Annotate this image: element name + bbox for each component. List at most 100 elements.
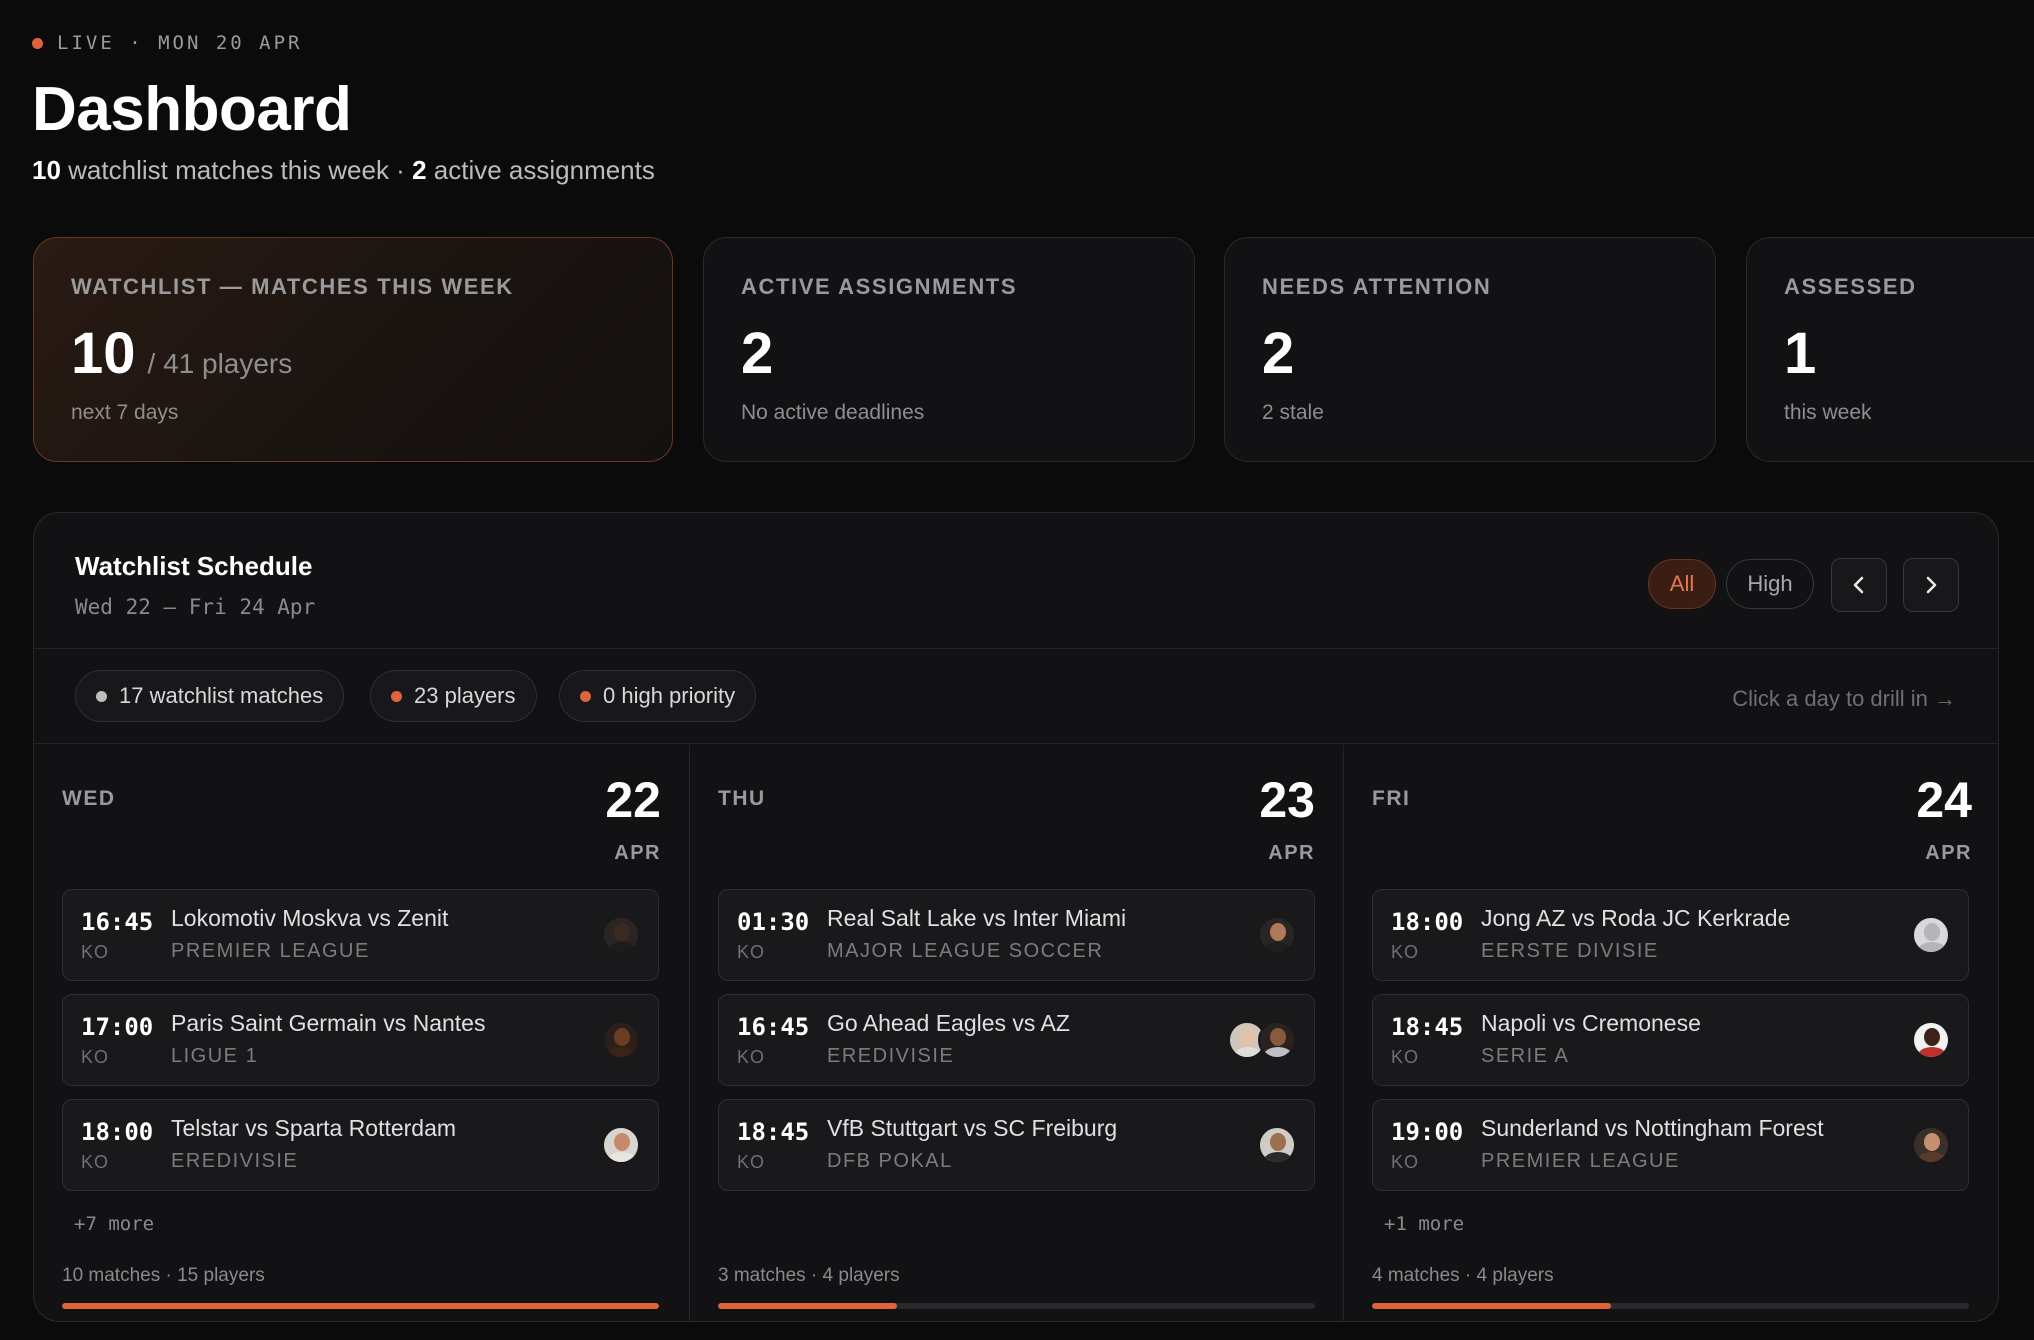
chip-dot-icon [580, 690, 591, 702]
match-teams: Telstar vs Sparta Rotterdam [171, 1115, 457, 1141]
chip-label: 17 watchlist matches [119, 683, 324, 708]
chip-dot-icon [391, 690, 402, 702]
day-load-bar [62, 1303, 659, 1309]
match-time: 19:00 [1391, 1118, 1464, 1146]
stat-sub: / 41 players [147, 348, 293, 379]
match-teams: Napoli vs Cremonese [1481, 1010, 1701, 1036]
match-ko-label: KO [81, 1152, 110, 1172]
page-summary: 10 watchlist matches this week · 2 activ… [32, 155, 655, 186]
summary-assign-text: active assignments [433, 155, 655, 185]
player-avatar-placeholder [1912, 916, 1950, 954]
day-month: APR [614, 842, 661, 864]
match-ko-label: KO [1391, 1152, 1420, 1172]
chip-label: 23 players [414, 683, 516, 708]
more-matches-link[interactable]: +7 more [74, 1213, 154, 1235]
chip-players: 23 players [370, 670, 537, 722]
stat-note: this week [1784, 401, 1872, 424]
stat-card-assessed[interactable]: ASSESSED 1 this week [1746, 237, 2034, 462]
live-dot-icon [32, 37, 43, 49]
match-competition: PREMIER LEAGUE [171, 940, 370, 962]
match-time: 18:45 [737, 1118, 810, 1146]
live-date-label: LIVE · MON 20 APR [57, 32, 303, 54]
match-card[interactable]: 16:45 KO Lokomotiv Moskva vs Zenit PREMI… [62, 889, 659, 981]
match-competition: EREDIVISIE [827, 1045, 955, 1067]
summary-watchlist-text: watchlist matches this week · [68, 155, 405, 185]
day-summary: 10 matches · 15 players [62, 1265, 265, 1286]
day-summary: 3 matches · 4 players [718, 1265, 900, 1286]
match-card[interactable]: 17:00 KO Paris Saint Germain vs Nantes L… [62, 994, 659, 1086]
match-time: 16:45 [81, 908, 154, 936]
match-teams: Jong AZ vs Roda JC Kerkrade [1481, 905, 1791, 931]
schedule-title: Watchlist Schedule [75, 551, 313, 581]
summary-assign-count: 2 [412, 155, 427, 185]
chip-watchlist-matches: 17 watchlist matches [75, 670, 345, 722]
stat-label: ACTIVE ASSIGNMENTS [741, 274, 1018, 299]
day-load-fill [718, 1303, 898, 1309]
stat-card-assignments[interactable]: ACTIVE ASSIGNMENTS 2 No active deadlines [703, 237, 1195, 462]
match-competition: EREDIVISIE [171, 1150, 299, 1172]
match-teams: Lokomotiv Moskva vs Zenit [171, 905, 449, 931]
match-competition: MAJOR LEAGUE SOCCER [827, 940, 1104, 962]
prev-week-button[interactable] [1831, 558, 1887, 612]
match-competition: DFB POKAL [827, 1150, 953, 1172]
match-competition: PREMIER LEAGUE [1481, 1150, 1680, 1172]
chevron-right-icon [1926, 576, 1937, 594]
day-load-fill [62, 1303, 659, 1309]
watchlist-schedule-panel: Watchlist Schedule Wed 22 — Fri 24 Apr A… [33, 512, 1999, 1322]
match-ko-label: KO [1391, 942, 1420, 962]
stat-value: 2 [1262, 321, 1295, 386]
match-ko-label: KO [737, 1152, 766, 1172]
match-competition: LIGUE 1 [171, 1045, 259, 1067]
live-indicator: LIVE · MON 20 APR [32, 32, 302, 54]
player-avatar [602, 1126, 640, 1164]
stat-value: 2 [741, 321, 774, 386]
match-card[interactable]: 01:30 KO Real Salt Lake vs Inter Miami M… [718, 889, 1315, 981]
match-card[interactable]: 16:45 KO Go Ahead Eagles vs AZ EREDIVISI… [718, 994, 1315, 1086]
day-column-fri[interactable]: FRI 24 APR 18:00 KO Jong AZ vs Roda JC K… [1343, 745, 1998, 1321]
stat-label: WATCHLIST — MATCHES THIS WEEK [71, 274, 514, 299]
match-card[interactable]: 18:45 KO VfB Stuttgart vs SC Freiburg DF… [718, 1099, 1315, 1191]
day-load-bar [1372, 1303, 1969, 1309]
drill-in-hint: Click a day to drill in → [1732, 686, 1956, 711]
day-of-week: FRI [1372, 787, 1411, 810]
day-load-bar [718, 1303, 1315, 1309]
match-card[interactable]: 18:45 KO Napoli vs Cremonese SERIE A [1372, 994, 1969, 1086]
match-teams: Real Salt Lake vs Inter Miami [827, 905, 1127, 931]
player-avatar [1912, 1126, 1950, 1164]
player-avatar [1258, 1126, 1296, 1164]
match-card[interactable]: 18:00 KO Jong AZ vs Roda JC Kerkrade EER… [1372, 889, 1969, 981]
schedule-range: Wed 22 — Fri 24 Apr [75, 595, 316, 619]
match-card[interactable]: 19:00 KO Sunderland vs Nottingham Forest… [1372, 1099, 1969, 1191]
match-ko-label: KO [737, 1047, 766, 1067]
day-number: 24 [1916, 772, 1972, 828]
next-week-button[interactable] [1903, 558, 1959, 612]
stat-card-needs-attention[interactable]: NEEDS ATTENTION 2 2 stale [1224, 237, 1716, 462]
stat-card-watchlist[interactable]: WATCHLIST — MATCHES THIS WEEK 10 / 41 pla… [33, 237, 673, 462]
match-ko-label: KO [737, 942, 766, 962]
match-ko-label: KO [1391, 1047, 1420, 1067]
day-column-thu[interactable]: THU 23 APR 01:30 KO Real Salt Lake vs In… [689, 745, 1343, 1321]
filter-high-button[interactable]: High [1726, 559, 1814, 609]
filter-all-button[interactable]: All [1648, 559, 1716, 609]
match-ko-label: KO [81, 942, 110, 962]
stat-value: 10 [71, 321, 136, 386]
day-summary: 4 matches · 4 players [1372, 1265, 1554, 1286]
chip-label: 0 high priority [603, 683, 736, 708]
chip-high-priority: 0 high priority [559, 670, 757, 722]
match-card[interactable]: 18:00 KO Telstar vs Sparta Rotterdam ERE… [62, 1099, 659, 1191]
day-of-week: WED [62, 787, 116, 810]
player-avatar [602, 1021, 640, 1059]
stat-label: ASSESSED [1784, 274, 1917, 299]
chevron-left-icon [1853, 576, 1864, 594]
day-month: APR [1268, 842, 1315, 864]
more-matches-link[interactable]: +1 more [1384, 1213, 1464, 1235]
day-number: 23 [1259, 772, 1315, 828]
match-teams: Paris Saint Germain vs Nantes [171, 1010, 486, 1036]
day-column-wed[interactable]: WED 22 APR 16:45 KO Lokomotiv Moskva vs … [34, 745, 689, 1321]
chip-dot-icon [96, 690, 107, 702]
stat-note: No active deadlines [741, 401, 925, 424]
match-teams: Go Ahead Eagles vs AZ [827, 1010, 1070, 1036]
page-title: Dashboard [32, 75, 352, 144]
schedule-stats-bar: 17 watchlist matches 23 players 0 high p… [34, 650, 1998, 744]
stat-label: NEEDS ATTENTION [1262, 274, 1492, 299]
